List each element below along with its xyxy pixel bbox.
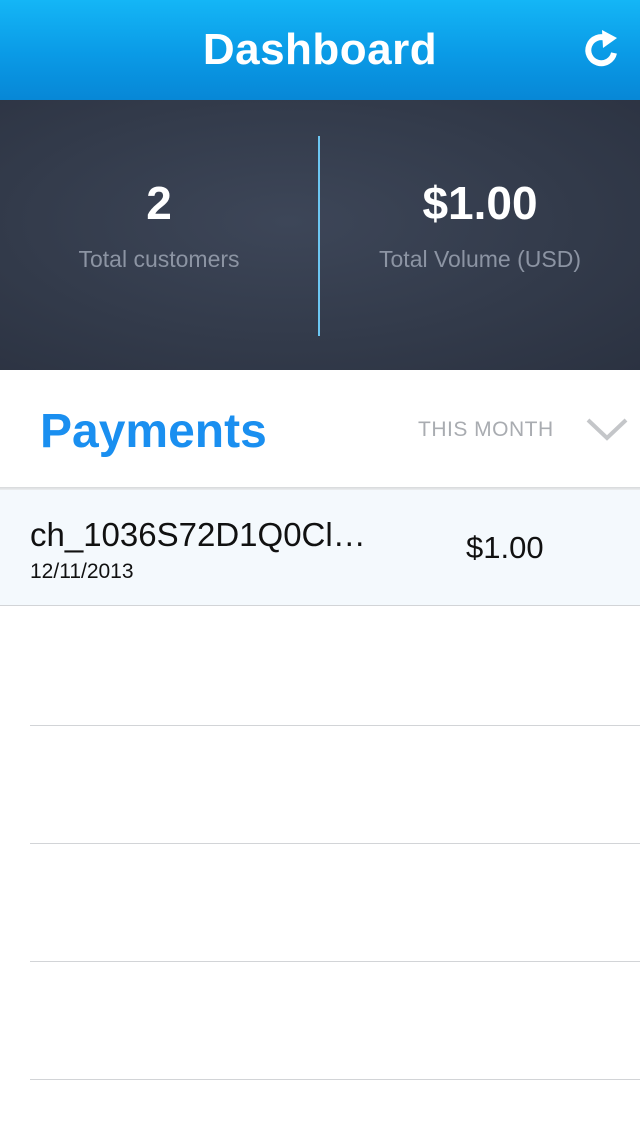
payments-title: Payments xyxy=(40,405,267,458)
row-separator xyxy=(30,1079,640,1080)
row-separator xyxy=(30,843,640,844)
chevron-down-icon xyxy=(586,418,628,441)
total-volume-value: $1.00 xyxy=(422,177,538,229)
total-customers-label: Total customers xyxy=(78,246,240,272)
page-title: Dashboard xyxy=(202,25,438,74)
charge-id: ch_1036S72D1Q0Cl… xyxy=(30,516,366,553)
row-separator xyxy=(30,961,640,962)
payment-row[interactable]: ch_1036S72D1Q0Cl… 12/11/2013 $1.00 xyxy=(0,490,640,606)
total-customers-value: 2 xyxy=(146,177,172,229)
refresh-icon xyxy=(585,30,617,67)
stat-total-customers: 2 Total customers xyxy=(0,100,318,370)
refresh-button[interactable] xyxy=(578,26,626,74)
stats-panel: 2 Total customers $1.00 Total Volume (US… xyxy=(0,100,640,370)
navigation-bar: Dashboard xyxy=(0,0,640,100)
period-label: THIS MONTH xyxy=(418,418,554,441)
row-separator xyxy=(30,725,640,726)
total-volume-label: Total Volume (USD) xyxy=(379,246,581,272)
row-separator xyxy=(0,605,640,606)
payments-header: Payments THIS MONTH xyxy=(0,370,640,488)
charge-date: 12/11/2013 xyxy=(30,560,134,583)
stats-divider xyxy=(318,136,320,336)
stat-total-volume: $1.00 Total Volume (USD) xyxy=(320,100,640,370)
charge-amount: $1.00 xyxy=(466,530,544,565)
period-dropdown[interactable]: THIS MONTH xyxy=(410,406,640,456)
